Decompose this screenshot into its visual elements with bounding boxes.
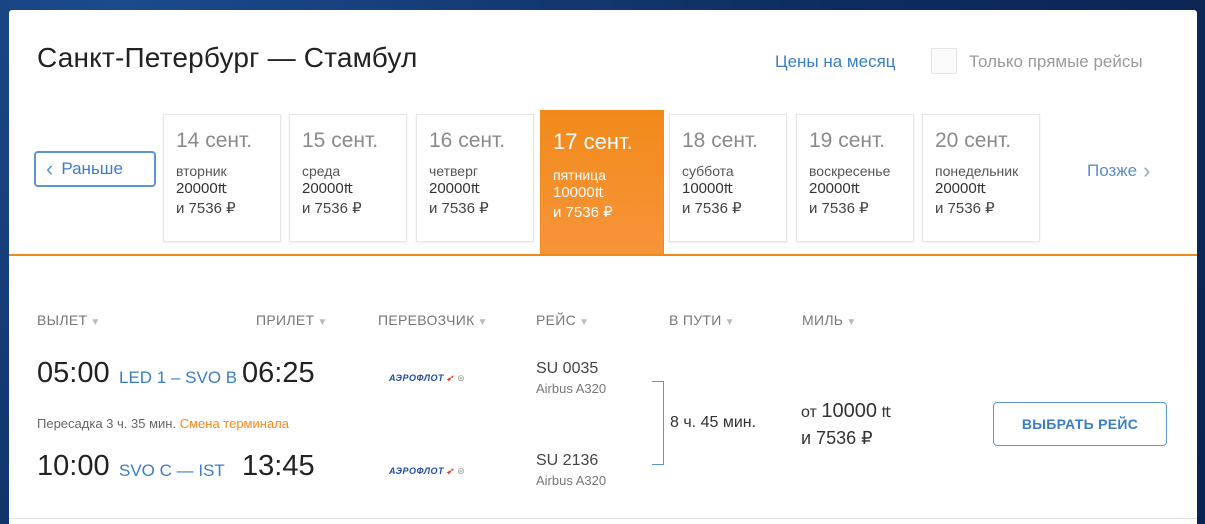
day-card-14[interactable]: 14 сент. вторник 20000₶ и 7536 ₽ [163, 114, 281, 242]
miles-icon: ₶ [594, 184, 605, 201]
leg2-departure-time: 10:00 [37, 450, 110, 482]
chevron-right-icon: › [1143, 158, 1151, 183]
day-date: 19 сент. [809, 129, 886, 152]
day-weekday: четверг [429, 163, 478, 179]
day-card-19[interactable]: 19 сент. воскресенье 20000₶ и 7536 ₽ [796, 114, 914, 242]
earlier-button[interactable]: ‹ Раньше [34, 151, 156, 187]
earlier-label: Раньше [61, 159, 123, 178]
divider [9, 254, 1197, 256]
emblem-icon: ⊛ [457, 373, 466, 383]
leg2-flight-number: SU 2136 [536, 452, 599, 469]
day-date: 14 сент. [176, 129, 253, 152]
caret-down-icon: ▼ [90, 317, 101, 328]
total-duration: 8 ч. 45 мин. [670, 414, 757, 431]
caret-down-icon: ▼ [724, 317, 735, 328]
month-prices-link[interactable]: Цены на месяц [775, 52, 896, 72]
day-cash: и 7536 ₽ [809, 200, 869, 217]
day-weekday: воскресенье [809, 163, 891, 179]
day-date: 20 сент. [935, 129, 1012, 152]
day-date: 15 сент. [302, 129, 379, 152]
day-miles: 20000₶ [176, 180, 228, 197]
day-weekday: среда [302, 163, 341, 179]
emblem-icon: ⊛ [457, 466, 466, 476]
sort-carrier[interactable]: ПЕРЕВОЗЧИК ▼ [378, 312, 488, 328]
direct-only-label[interactable]: Только прямые рейсы [969, 52, 1143, 72]
leg2-arrival-time: 13:45 [242, 450, 315, 482]
day-weekday: вторник [176, 163, 227, 179]
chevron-left-icon: ‹ [46, 156, 54, 181]
later-button[interactable]: Позже › [1087, 160, 1150, 182]
day-cash: и 7536 ₽ [935, 200, 995, 217]
day-card-15[interactable]: 15 сент. среда 20000₶ и 7536 ₽ [289, 114, 407, 242]
sort-duration[interactable]: В ПУТИ ▼ [669, 312, 735, 328]
wing-icon: ➶ [446, 466, 455, 476]
miles-icon: ₶ [976, 180, 987, 197]
miles-icon: ₶ [343, 180, 354, 197]
price-cash: и 7536 ₽ [801, 428, 873, 448]
day-miles: 20000₶ [302, 180, 354, 197]
caret-down-icon: ▼ [317, 317, 328, 328]
divider [9, 518, 1197, 519]
miles-icon: ₶ [723, 180, 734, 197]
select-flight-button[interactable]: ВЫБРАТЬ РЕЙС [993, 402, 1167, 446]
leg1-airports: LED 1 – SVO B [119, 368, 238, 387]
leg1-arrival-time: 06:25 [242, 357, 315, 389]
direct-only-checkbox[interactable] [931, 48, 957, 74]
route-title: Санкт-Петербург — Стамбул [37, 42, 418, 73]
day-cash: и 7536 ₽ [176, 200, 236, 217]
day-miles: 20000₶ [809, 180, 861, 197]
caret-down-icon: ▼ [579, 317, 590, 328]
leg1-departure-time: 05:00 [37, 357, 110, 389]
leg1-aircraft: Airbus A320 [536, 381, 607, 396]
day-miles: 10000₶ [682, 180, 734, 197]
day-cash: и 7536 ₽ [553, 204, 613, 221]
sort-miles[interactable]: МИЛЬ ▼ [802, 312, 857, 328]
leg2-airports: SVO C — IST [119, 461, 225, 480]
miles-icon: ₶ [850, 180, 861, 197]
day-card-18[interactable]: 18 сент. суббота 10000₶ и 7536 ₽ [669, 114, 787, 242]
caret-down-icon: ▼ [846, 317, 857, 328]
day-card-17-selected[interactable]: 17 сент. пятница 10000₶ и 7536 ₽ [540, 110, 664, 255]
wing-icon: ➶ [446, 373, 455, 383]
sort-departure[interactable]: ВЫЛЕТ ▼ [37, 312, 101, 328]
flight-search-card: Санкт-Петербург — Стамбул Цены на месяц … [9, 10, 1197, 524]
sort-arrival[interactable]: ПРИЛЕТ ▼ [256, 312, 328, 328]
day-date: 18 сент. [682, 129, 759, 152]
miles-icon: ₶ [881, 404, 892, 421]
terminal-change-warning: Смена терминала [179, 416, 289, 431]
day-miles: 20000₶ [935, 180, 987, 197]
day-card-16[interactable]: 16 сент. четверг 20000₶ и 7536 ₽ [416, 114, 534, 242]
day-weekday: суббота [682, 163, 734, 179]
transfer-info: Пересадка 3 ч. 35 мин. Смена терминала [37, 416, 289, 431]
leg2-aircraft: Airbus A320 [536, 473, 607, 488]
aeroflot-logo: АЭРОФЛОТ ➶ ⊛ [389, 373, 466, 383]
miles-icon: ₶ [217, 180, 228, 197]
day-date: 17 сент. [553, 129, 633, 154]
later-label: Позже [1087, 161, 1138, 180]
aeroflot-logo: АЭРОФЛОТ ➶ ⊛ [389, 466, 466, 476]
day-card-20[interactable]: 20 сент. понедельник 20000₶ и 7536 ₽ [922, 114, 1040, 242]
day-weekday: понедельник [935, 163, 1019, 179]
day-cash: и 7536 ₽ [302, 200, 362, 217]
miles-icon: ₶ [470, 180, 481, 197]
day-weekday: пятница [553, 167, 606, 183]
leg1-flight-number: SU 0035 [536, 360, 599, 377]
day-miles: 20000₶ [429, 180, 481, 197]
day-miles: 10000₶ [553, 184, 605, 201]
caret-down-icon: ▼ [477, 317, 488, 328]
sort-flight[interactable]: РЕЙС ▼ [536, 312, 589, 328]
price-miles: от 10000 ₶ [801, 400, 892, 422]
journey-bracket [652, 381, 664, 465]
day-cash: и 7536 ₽ [429, 200, 489, 217]
day-date: 16 сент. [429, 129, 506, 152]
day-cash: и 7536 ₽ [682, 200, 742, 217]
